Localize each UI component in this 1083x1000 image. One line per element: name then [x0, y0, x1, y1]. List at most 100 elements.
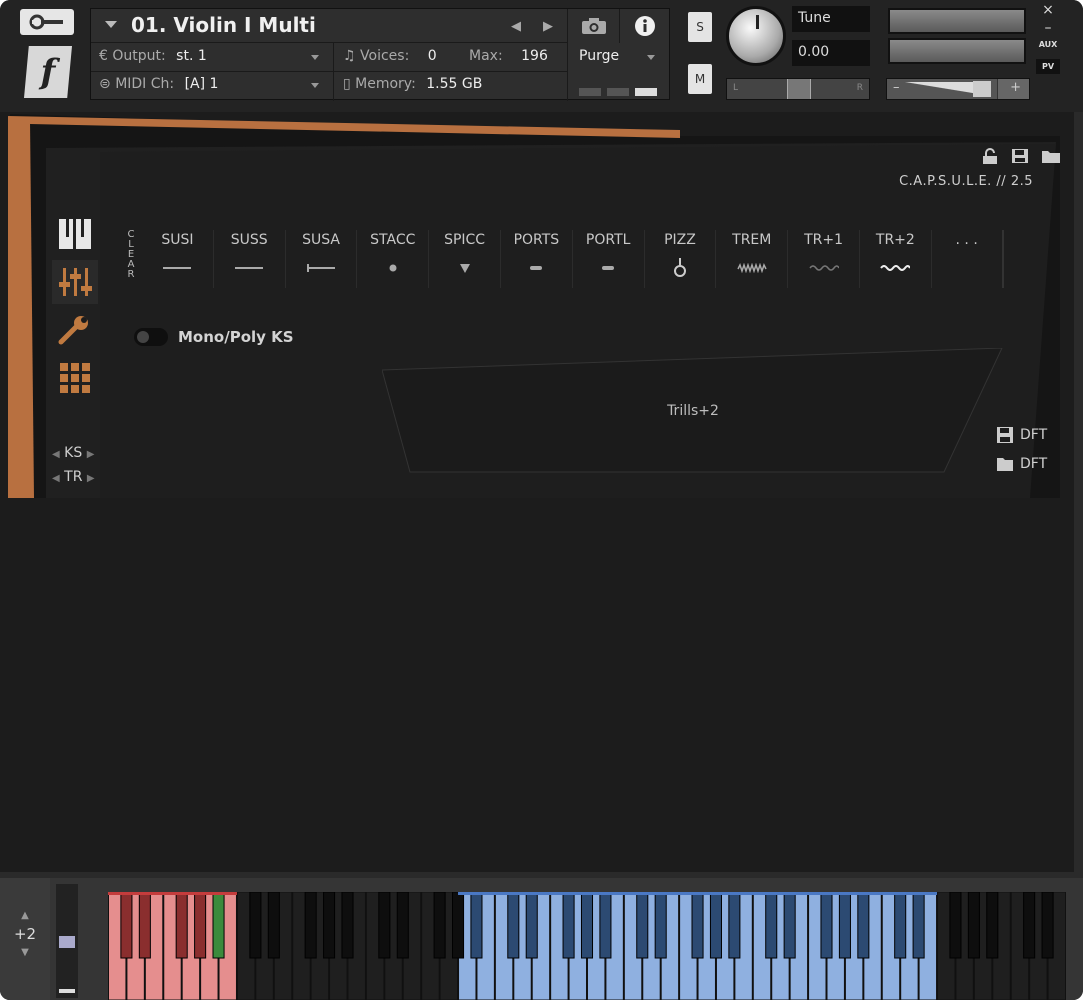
articulation-button[interactable]: TR+1	[788, 230, 860, 288]
black-key[interactable]	[507, 892, 520, 959]
black-key[interactable]	[580, 892, 594, 959]
black-key[interactable]	[949, 892, 962, 959]
black-key[interactable]	[525, 892, 538, 959]
pan-slider[interactable]: L R	[726, 78, 870, 100]
clear-button[interactable]: CLEAR	[124, 230, 138, 280]
mono-poly-toggle[interactable]	[134, 328, 168, 346]
tune-knob[interactable]	[726, 6, 786, 66]
black-key[interactable]	[267, 892, 280, 959]
black-key[interactable]	[986, 892, 999, 959]
minimize-icon[interactable]: –	[1036, 20, 1060, 36]
black-key[interactable]	[341, 892, 354, 959]
black-key[interactable]	[249, 892, 262, 959]
snapshot-camera-button[interactable]	[567, 9, 619, 43]
articulation-button[interactable]: TREM	[716, 230, 789, 288]
black-key[interactable]	[894, 892, 907, 959]
black-key[interactable]	[820, 892, 833, 959]
black-key[interactable]	[138, 892, 151, 959]
instrument-title[interactable]: 01. Violin I Multi	[131, 13, 316, 37]
black-key[interactable]	[912, 892, 925, 959]
black-key[interactable]	[857, 892, 870, 959]
pan-handle[interactable]	[787, 79, 811, 99]
volume-minus[interactable]: –	[893, 80, 900, 95]
ks-row[interactable]: ◀ KS ▶	[52, 442, 95, 466]
dft-save-button[interactable]: DFT	[996, 426, 1047, 444]
output-icon: €	[99, 48, 113, 64]
midi-channel-selector[interactable]: ⊜ MIDI Ch: [A] 1	[99, 76, 218, 92]
midi-label: MIDI Ch:	[115, 76, 175, 92]
tune-value[interactable]: 0.00	[792, 40, 870, 66]
solo-button[interactable]: S	[688, 12, 712, 42]
lock-icon[interactable]	[981, 148, 999, 164]
prev-instrument-arrow-icon[interactable]: ◀	[511, 19, 521, 34]
tr-row[interactable]: ◀ TR ▶	[52, 466, 95, 490]
volume-plus[interactable]: +	[1010, 80, 1021, 95]
nav-keyswitch-tab[interactable]	[52, 212, 98, 256]
black-key[interactable]	[304, 892, 317, 959]
nav-mixer-tab[interactable]	[52, 260, 98, 304]
black-key[interactable]	[194, 892, 207, 959]
black-key[interactable]	[396, 892, 409, 959]
pv-button[interactable]: PV	[1036, 59, 1060, 74]
black-key[interactable]	[433, 892, 446, 959]
articulation-button[interactable]: . . .	[932, 230, 1004, 288]
black-key[interactable]	[562, 892, 575, 959]
instrument-menu-caret-icon[interactable]	[105, 21, 117, 28]
articulation-button[interactable]: SUSA	[286, 230, 358, 288]
dot-icon	[357, 256, 428, 280]
next-instrument-arrow-icon[interactable]: ▶	[543, 19, 553, 34]
black-key[interactable]	[212, 892, 225, 959]
instrument-options-button[interactable]	[20, 9, 74, 35]
output-dropdown-icon[interactable]	[311, 55, 319, 60]
folder-icon[interactable]	[1041, 148, 1061, 164]
black-key[interactable]	[378, 892, 391, 959]
black-key[interactable]	[654, 892, 667, 959]
black-key[interactable]	[691, 892, 704, 959]
black-key[interactable]	[838, 892, 851, 959]
black-key[interactable]	[636, 892, 649, 959]
purge-menu[interactable]: Purge	[579, 48, 619, 64]
articulation-label: PORTL	[585, 232, 631, 248]
volume-slider[interactable]: – +	[886, 78, 1030, 100]
nav-grid-tab[interactable]	[52, 356, 98, 400]
black-key[interactable]	[599, 892, 612, 959]
articulation-button[interactable]: PORTS	[501, 230, 573, 288]
articulation-button[interactable]: SUSI	[142, 230, 214, 288]
info-button[interactable]	[619, 9, 670, 43]
output-selector[interactable]: € Output: st. 1	[99, 48, 207, 64]
max-voices-field[interactable]: Max: 196	[469, 48, 548, 64]
purge-dropdown-icon[interactable]	[647, 55, 655, 60]
window-side-buttons: × – AUX PV	[1036, 0, 1060, 74]
articulation-button[interactable]: SPICC	[429, 230, 501, 288]
articulation-button[interactable]: PORTL	[573, 230, 645, 288]
volume-handle[interactable]	[973, 81, 991, 97]
black-key[interactable]	[765, 892, 778, 959]
panel-scrollbar[interactable]	[1074, 112, 1083, 872]
articulation-button[interactable]: SUSS	[214, 230, 286, 288]
octave-up-icon[interactable]: ▲	[0, 910, 50, 921]
save-icon[interactable]	[1011, 148, 1029, 164]
black-key[interactable]	[709, 892, 722, 959]
black-key[interactable]	[1041, 892, 1054, 959]
black-key[interactable]	[728, 892, 741, 959]
articulation-button[interactable]: STACC	[357, 230, 430, 288]
black-key[interactable]	[323, 892, 336, 959]
black-key[interactable]	[967, 892, 980, 959]
close-icon[interactable]: ×	[1036, 2, 1060, 18]
piano-keyboard[interactable]	[108, 892, 1066, 1000]
black-key[interactable]	[783, 892, 796, 959]
mute-button[interactable]: M	[688, 64, 712, 94]
articulation-button[interactable]: PIZZ	[645, 230, 717, 288]
octave-down-icon[interactable]: ▼	[0, 947, 50, 958]
articulation-button[interactable]: TR+2	[860, 230, 932, 288]
black-key[interactable]	[470, 892, 483, 959]
dft-load-button[interactable]: DFT	[996, 456, 1047, 472]
black-key[interactable]	[175, 892, 188, 959]
modwheel[interactable]	[56, 884, 78, 998]
black-key[interactable]	[1023, 892, 1036, 959]
aux-button[interactable]: AUX	[1036, 40, 1060, 49]
midi-dropdown-icon[interactable]	[311, 83, 319, 88]
black-key[interactable]	[452, 892, 465, 959]
nav-settings-tab[interactable]	[52, 308, 98, 352]
black-key[interactable]	[120, 892, 133, 959]
